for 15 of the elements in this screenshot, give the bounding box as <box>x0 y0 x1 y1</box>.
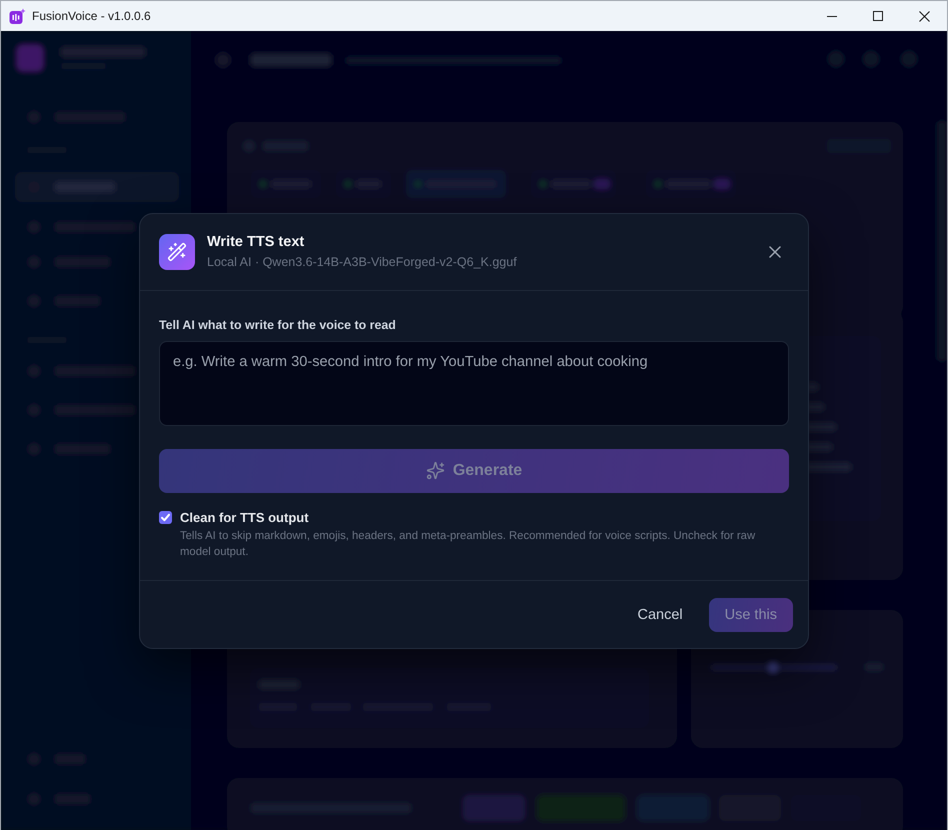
sparkle-icon <box>426 461 445 480</box>
model-name: Local AI · Qwen3.6-14B-A3B-VibeForged-v2-Q6_K.gguf <box>207 254 518 270</box>
prompt-field[interactable]: e.g. Write a warm 30-second intro for my YouTube channel about cooking <box>159 340 789 426</box>
cancel-button[interactable]: Cancel <box>621 598 699 632</box>
option-label: Clean for TTS output <box>180 510 310 524</box>
window-title: FusionVoice - v1.0.0.6 <box>32 9 152 23</box>
option-description: Tells AI to skip markdown, emojis, headers, and meta-preambles. Recommended for voice scripts. Uncheck for raw model output. <box>180 528 756 560</box>
checkbox[interactable] <box>159 510 172 524</box>
magic-wand-icon <box>159 234 195 270</box>
close-icon <box>918 10 930 22</box>
close-icon <box>769 246 781 258</box>
prompt-label: Tell AI what to write for the voice to read <box>159 316 397 332</box>
app-logo-icon <box>9 8 26 24</box>
dialog-title: Write TTS text <box>207 234 306 250</box>
maximize-icon <box>873 11 883 21</box>
